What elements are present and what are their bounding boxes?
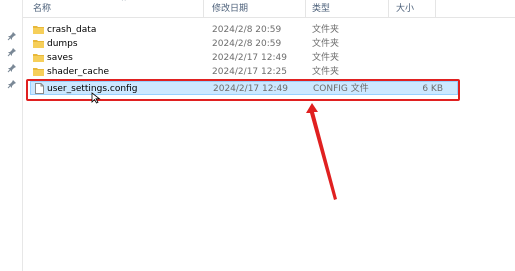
file-row[interactable]: shader_cache 2024/2/17 12:25 文件夹 xyxy=(23,65,515,79)
file-name: dumps xyxy=(47,39,78,49)
file-icon xyxy=(35,83,44,94)
file-row[interactable]: crash_data 2024/2/8 20:59 文件夹 xyxy=(23,23,515,37)
folder-icon xyxy=(33,26,44,34)
file-size xyxy=(393,65,463,79)
file-type: 文件夹 xyxy=(312,67,340,77)
column-divider[interactable] xyxy=(305,0,306,18)
column-divider[interactable] xyxy=(203,0,204,18)
file-size: 6 KB xyxy=(422,84,443,94)
column-divider[interactable] xyxy=(388,0,389,18)
column-type[interactable]: 类型 xyxy=(312,2,330,16)
pin-icon[interactable] xyxy=(7,63,17,73)
pin-icon[interactable] xyxy=(7,47,17,57)
quick-access-pane xyxy=(0,0,23,271)
column-size[interactable]: 大小 xyxy=(396,2,414,16)
file-type: CONFIG 文件 xyxy=(313,84,369,94)
folder-icon xyxy=(33,68,44,76)
file-date: 2024/2/8 20:59 xyxy=(212,25,282,35)
file-size xyxy=(393,23,463,37)
mouse-cursor-icon xyxy=(91,92,101,104)
file-row[interactable]: dumps 2024/2/8 20:59 文件夹 xyxy=(23,37,515,51)
pin-icon[interactable] xyxy=(7,31,17,41)
file-name: shader_cache xyxy=(47,67,110,77)
file-name: saves xyxy=(47,53,73,63)
file-date: 2024/2/8 20:59 xyxy=(212,39,282,49)
file-date: 2024/2/17 12:49 xyxy=(213,84,288,94)
file-type: 文件夹 xyxy=(312,25,340,35)
file-size xyxy=(393,51,463,65)
file-name: crash_data xyxy=(47,25,97,35)
column-name[interactable]: 名称 xyxy=(33,2,51,16)
file-size xyxy=(393,37,463,51)
folder-icon xyxy=(33,40,44,48)
column-divider[interactable] xyxy=(435,0,436,18)
column-date[interactable]: 修改日期 xyxy=(212,2,248,16)
folder-icon xyxy=(33,54,44,62)
file-type: 文件夹 xyxy=(312,39,340,49)
sort-caret-icon: ⌃ xyxy=(120,0,128,8)
file-date: 2024/2/17 12:25 xyxy=(212,67,287,77)
column-header: ⌃ 名称 修改日期 类型 大小 xyxy=(23,0,515,18)
file-date: 2024/2/17 12:49 xyxy=(212,53,287,63)
pin-icon[interactable] xyxy=(7,79,17,89)
file-type: 文件夹 xyxy=(312,53,340,63)
file-row[interactable]: saves 2024/2/17 12:49 文件夹 xyxy=(23,51,515,65)
